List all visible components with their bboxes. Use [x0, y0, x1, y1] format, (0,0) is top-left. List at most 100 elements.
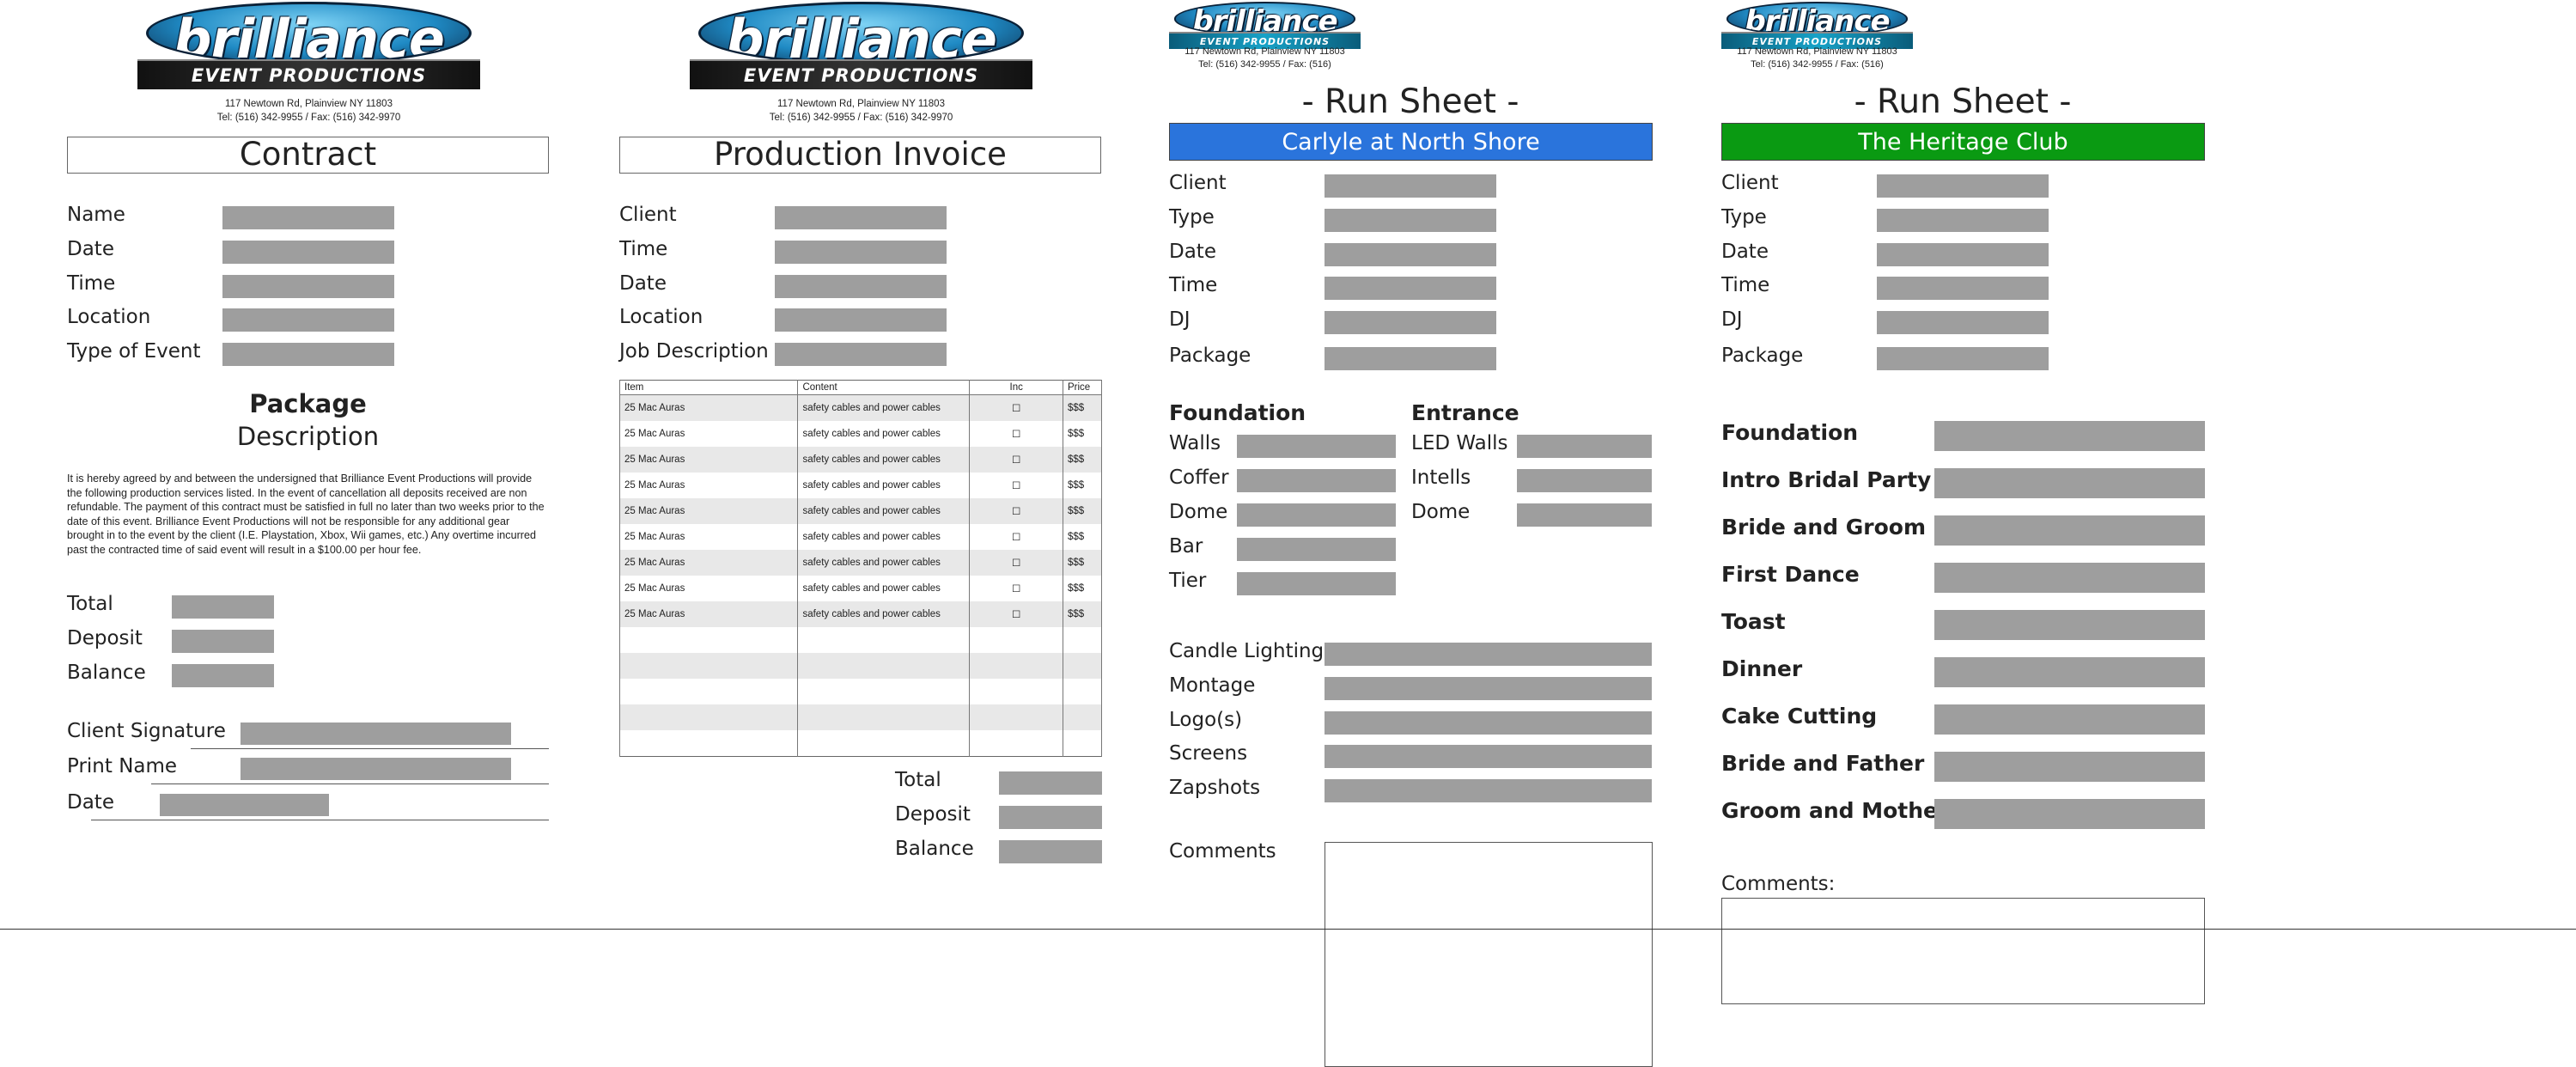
label-time: Time: [619, 238, 668, 260]
inc-checkbox[interactable]: ☐: [969, 473, 1063, 498]
item-cell: 25 Mac Auras: [618, 421, 799, 447]
type-field[interactable]: [1877, 209, 2049, 232]
package-field[interactable]: [1325, 347, 1496, 370]
logos-field[interactable]: [1325, 711, 1652, 735]
zapshots-field[interactable]: [1325, 779, 1652, 802]
client-field[interactable]: [775, 206, 947, 229]
time-field[interactable]: [1325, 277, 1496, 300]
content-cell: [797, 704, 971, 730]
tier-field[interactable]: [1237, 572, 1396, 595]
montage-field[interactable]: [1325, 677, 1652, 700]
invoice-deposit-field[interactable]: [999, 806, 1102, 829]
intells-field[interactable]: [1517, 469, 1652, 492]
event-intro-bridal-party: Intro Bridal Party: [1721, 467, 1932, 492]
type-field[interactable]: [1325, 209, 1496, 232]
date-field[interactable]: [1877, 243, 2049, 266]
type-of-event-field[interactable]: [222, 343, 394, 366]
inc-checkbox[interactable]: ☐: [969, 601, 1063, 627]
item-cell: 25 Mac Auras: [618, 601, 799, 627]
date-field[interactable]: [1325, 243, 1496, 266]
first-dance-field[interactable]: [1934, 563, 2205, 593]
label-location: Location: [67, 306, 151, 328]
foundation-field[interactable]: [1934, 421, 2205, 451]
bar-field[interactable]: [1237, 538, 1396, 561]
total-field[interactable]: [172, 595, 274, 619]
price-cell: [1063, 653, 1102, 679]
name-field[interactable]: [222, 206, 394, 229]
label-dj: DJ: [1721, 308, 1743, 331]
content-cell: [797, 730, 971, 757]
comments-textarea[interactable]: [1721, 898, 2205, 1004]
event-bride-and-groom: Bride and Groom: [1721, 515, 1927, 540]
location-field[interactable]: [775, 308, 947, 332]
bride-and-father-field[interactable]: [1934, 752, 2205, 782]
client-field[interactable]: [1325, 174, 1496, 198]
event-cake-cutting: Cake Cutting: [1721, 704, 1878, 729]
deposit-field[interactable]: [172, 630, 274, 653]
runsheet-title: - Run Sheet -: [1301, 82, 1519, 121]
content-cell: [797, 679, 971, 704]
signature-date-field[interactable]: [160, 794, 329, 816]
inc-checkbox[interactable]: ☐: [969, 524, 1063, 550]
client-signature-field[interactable]: [241, 723, 511, 745]
invoice-title: Production Invoice: [619, 137, 1101, 174]
venue-banner: Carlyle at North Shore: [1169, 123, 1653, 161]
dj-field[interactable]: [1325, 311, 1496, 334]
label-coffer: Coffer: [1169, 466, 1229, 489]
inc-checkbox[interactable]: ☐: [969, 576, 1063, 601]
job-description-field[interactable]: [775, 343, 947, 366]
price-cell: [1063, 704, 1102, 730]
label-balance: Balance: [67, 662, 146, 684]
time-field[interactable]: [1877, 277, 2049, 300]
inc-checkbox: [969, 627, 1063, 653]
col-header-content: Content: [797, 380, 971, 395]
date-field[interactable]: [222, 241, 394, 264]
screens-field[interactable]: [1325, 745, 1652, 768]
content-cell: [797, 653, 971, 679]
led-walls-field[interactable]: [1517, 435, 1652, 458]
dome-field[interactable]: [1237, 503, 1396, 527]
package-field[interactable]: [1877, 347, 2049, 370]
coffer-field[interactable]: [1237, 469, 1396, 492]
print-name-field[interactable]: [241, 758, 511, 780]
table-row: 25 Mac Auras safety cables and power cabl…: [618, 601, 1102, 627]
groom-and-mother-field[interactable]: [1934, 799, 2205, 829]
balance-field[interactable]: [172, 664, 274, 687]
label-screens: Screens: [1169, 742, 1248, 765]
company-address: 117 Newtown Rd, Plainview NY 11803 Tel: …: [137, 97, 480, 125]
inc-checkbox[interactable]: ☐: [969, 421, 1063, 447]
contract-title: Contract: [67, 137, 549, 174]
price-cell: $$$: [1063, 473, 1102, 498]
cake-cutting-field[interactable]: [1934, 704, 2205, 735]
label-walls: Walls: [1169, 432, 1221, 454]
dinner-field[interactable]: [1934, 657, 2205, 687]
dj-field[interactable]: [1877, 311, 2049, 334]
invoice-balance-field[interactable]: [999, 840, 1102, 863]
invoice-total-field[interactable]: [999, 771, 1102, 795]
comments-textarea[interactable]: [1325, 842, 1653, 1067]
table-row: [618, 730, 1102, 757]
price-cell: $$$: [1063, 421, 1102, 447]
runsheet-title: - Run Sheet -: [1854, 82, 2072, 121]
walls-field[interactable]: [1237, 435, 1396, 458]
table-row: 25 Mac Auras safety cables and power cabl…: [618, 524, 1102, 550]
bride-and-groom-field[interactable]: [1934, 515, 2205, 546]
inc-checkbox[interactable]: ☐: [969, 447, 1063, 473]
inc-checkbox[interactable]: ☐: [969, 550, 1063, 576]
candle-lighting-field[interactable]: [1325, 643, 1652, 666]
date-field[interactable]: [775, 275, 947, 298]
entrance-dome-field[interactable]: [1517, 503, 1652, 527]
time-field[interactable]: [222, 275, 394, 298]
client-field[interactable]: [1877, 174, 2049, 198]
intro-bridal-party-field[interactable]: [1934, 468, 2205, 498]
toast-field[interactable]: [1934, 610, 2205, 640]
location-field[interactable]: [222, 308, 394, 332]
inc-checkbox[interactable]: ☐: [969, 394, 1063, 421]
inc-checkbox[interactable]: ☐: [969, 498, 1063, 524]
label-client: Client: [619, 204, 677, 226]
time-field[interactable]: [775, 241, 947, 264]
table-row: 25 Mac Auras safety cables and power cabl…: [618, 394, 1102, 421]
inc-checkbox: [969, 653, 1063, 679]
print-name-line: [151, 783, 549, 784]
inc-checkbox: [969, 679, 1063, 704]
